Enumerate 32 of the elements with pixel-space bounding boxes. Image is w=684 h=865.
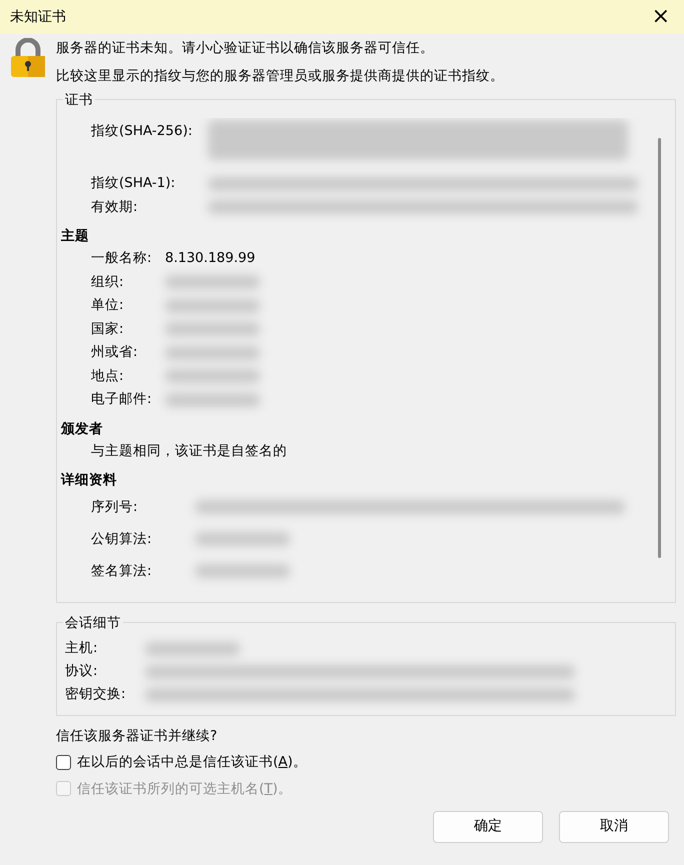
field-label: 一般名称: — [91, 249, 153, 268]
field-label: 公钥算法: — [91, 530, 153, 549]
lock-icon — [8, 38, 48, 78]
section-heading: 详细资料 — [60, 471, 118, 490]
field-label: 序列号: — [91, 498, 139, 517]
field-label: 指纹(SHA-1): — [91, 174, 176, 193]
field-label: 签名算法: — [91, 562, 153, 581]
field-value: 8.130.189.99 — [165, 249, 256, 268]
field-label: 地点: — [91, 366, 125, 386]
section-heading: 主题 — [60, 227, 90, 246]
field-label: 电子邮件: — [91, 390, 153, 409]
ok-button[interactable]: 确定 — [433, 810, 543, 843]
checkbox[interactable] — [56, 754, 71, 770]
info-text: 与主题相同，该证书是自签名的 — [91, 442, 287, 460]
window-title: 未知证书 — [10, 8, 66, 26]
question-text: 信任该服务器证书并继续? — [56, 727, 218, 746]
field-label: 单位: — [91, 296, 125, 315]
message-text: 比较这里显示的指纹与您的服务器管理员或服务提供商提供的证书指纹。 — [56, 67, 504, 86]
field-label: 组织: — [91, 272, 125, 292]
section-heading: 颁发者 — [60, 420, 104, 438]
field-label: 协议: — [65, 662, 99, 681]
checkbox-label[interactable]: 在以后的会话中总是信任该证书(A)。 — [77, 752, 307, 772]
field-label: 主机: — [65, 639, 99, 658]
field-label: 国家: — [91, 320, 125, 338]
cancel-button[interactable]: 取消 — [559, 810, 669, 843]
field-label: 州或省: — [91, 343, 139, 362]
field-label: 密钥交换: — [65, 685, 127, 704]
scrollbar-thumb[interactable] — [658, 138, 661, 558]
message-text: 服务器的证书未知。请小心验证证书以确信该服务器可信任。 — [56, 39, 435, 58]
field-label: 有效期: — [91, 198, 139, 216]
close-button[interactable]: × — [646, 6, 676, 28]
field-label: 指纹(SHA-256): — [91, 122, 194, 141]
